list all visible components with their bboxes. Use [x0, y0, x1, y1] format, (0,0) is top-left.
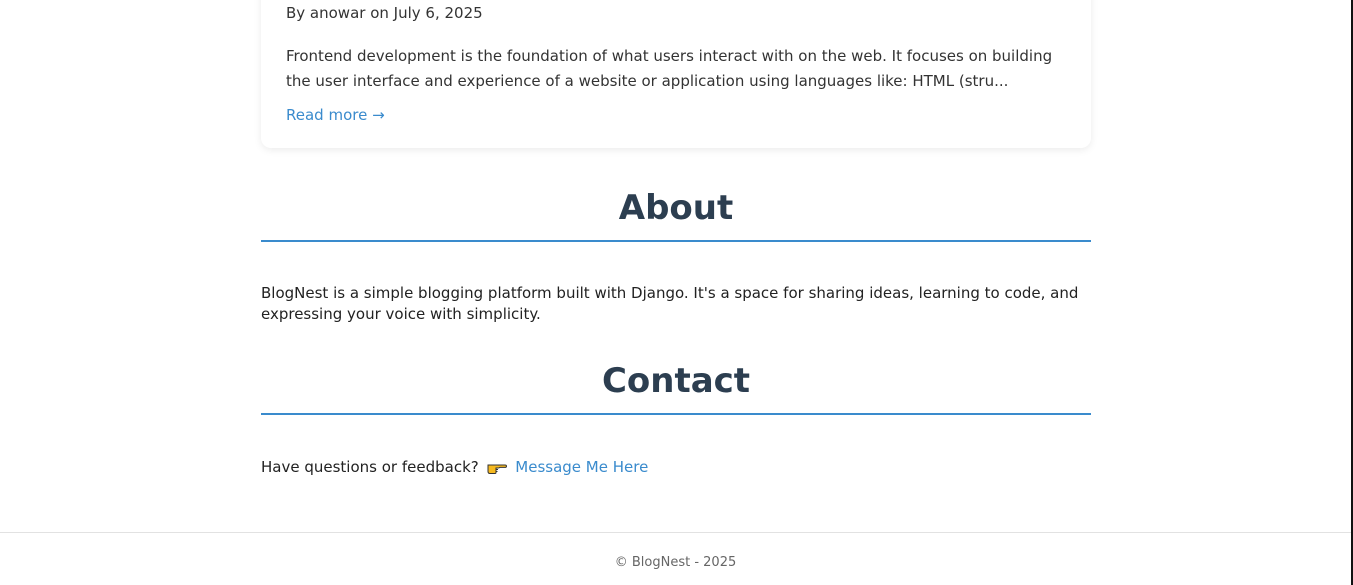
about-text: BlogNest is a simple blogging platform b…: [261, 284, 1079, 323]
contact-section: Contact Have questions or feedback? Mess…: [261, 359, 1091, 478]
message-me-link[interactable]: Message Me Here: [515, 458, 648, 476]
page: By anowar on July 6, 2025 Frontend devel…: [0, 0, 1353, 585]
post-card: By anowar on July 6, 2025 Frontend devel…: [261, 0, 1091, 148]
footer: © BlogNest - 2025: [0, 532, 1351, 585]
pointing-hand-icon: [487, 458, 507, 474]
contact-heading: Contact: [261, 359, 1091, 415]
post-excerpt: Frontend development is the foundation o…: [286, 47, 1053, 90]
footer-copyright: © BlogNest - 2025: [614, 555, 737, 570]
contact-prompt: Have questions or feedback?: [261, 458, 479, 476]
about-heading: About: [261, 186, 1091, 242]
read-more-link[interactable]: Read more →: [286, 104, 385, 126]
contact-text: Have questions or feedback? Message Me H…: [261, 456, 1091, 478]
about-section: About BlogNest is a simple blogging plat…: [261, 186, 1091, 325]
post-meta: By anowar on July 6, 2025: [286, 4, 483, 22]
main-content: By anowar on July 6, 2025 Frontend devel…: [261, 0, 1091, 478]
